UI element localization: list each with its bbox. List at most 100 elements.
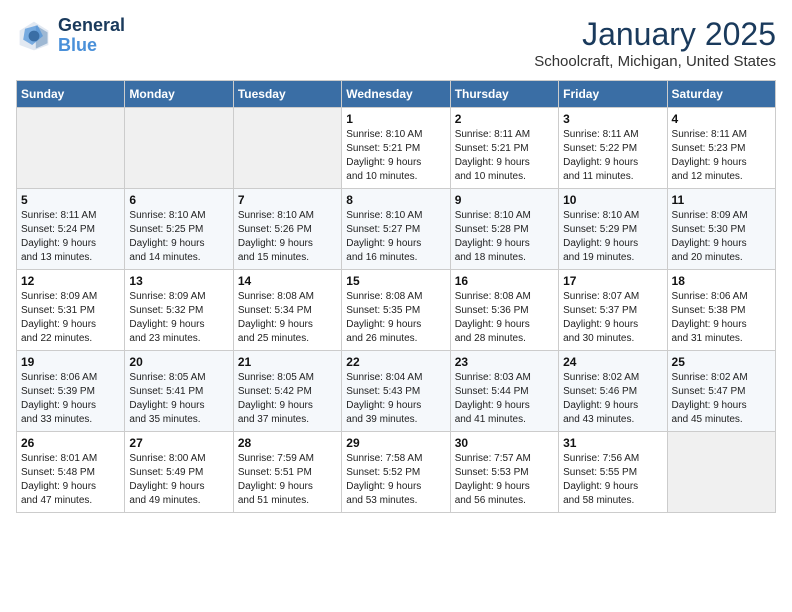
day-detail: Sunrise: 8:04 AM Sunset: 5:43 PM Dayligh… [346, 371, 445, 427]
day-number: 23 [455, 355, 554, 369]
calendar-cell: 3Sunrise: 8:11 AM Sunset: 5:22 PM Daylig… [559, 108, 667, 189]
calendar-table: SundayMondayTuesdayWednesdayThursdayFrid… [16, 80, 776, 513]
calendar-cell: 1 Sunrise: 8:10 AM Sunset: 5:21 PM Daylig… [342, 108, 450, 189]
day-number: 4 [672, 112, 771, 126]
calendar-cell [233, 108, 341, 189]
calendar-header-row: SundayMondayTuesdayWednesdayThursdayFrid… [17, 81, 776, 108]
calendar-week-5: 26 Sunrise: 8:01 AM Sunset: 5:48 PM Dayli… [17, 432, 776, 513]
calendar-cell: 21 Sunrise: 8:05 AM Sunset: 5:42 PM Dayli… [233, 351, 341, 432]
calendar-cell: 18 Sunrise: 8:06 AM Sunset: 5:38 PM Dayli… [667, 270, 775, 351]
day-number: 7 [238, 193, 337, 207]
calendar-cell: 17 Sunrise: 8:07 AM Sunset: 5:37 PM Dayli… [559, 270, 667, 351]
day-number: 13 [129, 274, 228, 288]
calendar-cell: 13 Sunrise: 8:09 AM Sunset: 5:32 PM Dayli… [125, 270, 233, 351]
title-area: January 2025 Schoolcraft, Michigan, Unit… [534, 16, 776, 70]
calendar-cell [125, 108, 233, 189]
calendar-cell: 4 Sunrise: 8:11 AM Sunset: 5:23 PM Daylig… [667, 108, 775, 189]
day-number: 26 [21, 436, 120, 450]
day-number: 8 [346, 193, 445, 207]
day-number: 28 [238, 436, 337, 450]
header-monday: Monday [125, 81, 233, 108]
logo: General Blue [16, 16, 125, 56]
day-detail: Sunrise: 8:08 AM Sunset: 5:34 PM Dayligh… [238, 290, 337, 346]
day-number: 14 [238, 274, 337, 288]
calendar-cell: 26 Sunrise: 8:01 AM Sunset: 5:48 PM Dayli… [17, 432, 125, 513]
day-number: 5 [21, 193, 120, 207]
calendar-week-4: 19 Sunrise: 8:06 AM Sunset: 5:39 PM Dayli… [17, 351, 776, 432]
logo-line2: Blue [58, 36, 125, 56]
day-detail: Sunrise: 8:08 AM Sunset: 5:35 PM Dayligh… [346, 290, 445, 346]
calendar-cell: 16 Sunrise: 8:08 AM Sunset: 5:36 PM Dayli… [450, 270, 558, 351]
day-detail: Sunrise: 7:56 AM Sunset: 5:55 PM Dayligh… [563, 452, 662, 508]
header-friday: Friday [559, 81, 667, 108]
calendar-cell: 29Sunrise: 7:58 AM Sunset: 5:52 PM Dayli… [342, 432, 450, 513]
day-number: 29 [346, 436, 445, 450]
day-number: 25 [672, 355, 771, 369]
calendar-cell: 15 Sunrise: 8:08 AM Sunset: 5:35 PM Dayli… [342, 270, 450, 351]
day-detail: Sunrise: 8:10 AM Sunset: 5:29 PM Dayligh… [563, 209, 662, 265]
day-detail: Sunrise: 8:03 AM Sunset: 5:44 PM Dayligh… [455, 371, 554, 427]
day-number: 16 [455, 274, 554, 288]
calendar-cell: 27 Sunrise: 8:00 AM Sunset: 5:49 PM Dayli… [125, 432, 233, 513]
calendar-cell [667, 432, 775, 513]
day-number: 22 [346, 355, 445, 369]
calendar-cell: 30 Sunrise: 7:57 AM Sunset: 5:53 PM Dayli… [450, 432, 558, 513]
day-detail: Sunrise: 8:05 AM Sunset: 5:42 PM Dayligh… [238, 371, 337, 427]
calendar-cell: 28 Sunrise: 7:59 AM Sunset: 5:51 PM Dayli… [233, 432, 341, 513]
day-detail: Sunrise: 7:57 AM Sunset: 5:53 PM Dayligh… [455, 452, 554, 508]
day-number: 18 [672, 274, 771, 288]
day-detail: Sunrise: 8:10 AM Sunset: 5:26 PM Dayligh… [238, 209, 337, 265]
day-number: 6 [129, 193, 228, 207]
calendar-cell: 11Sunrise: 8:09 AM Sunset: 5:30 PM Dayli… [667, 189, 775, 270]
calendar-week-3: 12Sunrise: 8:09 AM Sunset: 5:31 PM Dayli… [17, 270, 776, 351]
header-sunday: Sunday [17, 81, 125, 108]
day-detail: Sunrise: 8:01 AM Sunset: 5:48 PM Dayligh… [21, 452, 120, 508]
day-detail: Sunrise: 8:05 AM Sunset: 5:41 PM Dayligh… [129, 371, 228, 427]
day-number: 17 [563, 274, 662, 288]
day-detail: Sunrise: 8:06 AM Sunset: 5:38 PM Dayligh… [672, 290, 771, 346]
day-detail: Sunrise: 8:08 AM Sunset: 5:36 PM Dayligh… [455, 290, 554, 346]
calendar-cell: 10 Sunrise: 8:10 AM Sunset: 5:29 PM Dayli… [559, 189, 667, 270]
day-number: 10 [563, 193, 662, 207]
day-detail: Sunrise: 8:10 AM Sunset: 5:25 PM Dayligh… [129, 209, 228, 265]
day-detail: Sunrise: 8:02 AM Sunset: 5:46 PM Dayligh… [563, 371, 662, 427]
day-detail: Sunrise: 8:10 AM Sunset: 5:21 PM Dayligh… [346, 128, 445, 184]
page-header: General Blue January 2025 Schoolcraft, M… [16, 16, 776, 70]
calendar-week-1: 1 Sunrise: 8:10 AM Sunset: 5:21 PM Daylig… [17, 108, 776, 189]
calendar-cell: 23 Sunrise: 8:03 AM Sunset: 5:44 PM Dayli… [450, 351, 558, 432]
day-number: 19 [21, 355, 120, 369]
day-detail: Sunrise: 8:09 AM Sunset: 5:31 PM Dayligh… [21, 290, 120, 346]
logo-text: General Blue [58, 16, 125, 56]
calendar-cell: 12Sunrise: 8:09 AM Sunset: 5:31 PM Dayli… [17, 270, 125, 351]
calendar-cell: 6 Sunrise: 8:10 AM Sunset: 5:25 PM Daylig… [125, 189, 233, 270]
header-thursday: Thursday [450, 81, 558, 108]
day-detail: Sunrise: 8:09 AM Sunset: 5:32 PM Dayligh… [129, 290, 228, 346]
calendar-cell: 8Sunrise: 8:10 AM Sunset: 5:27 PM Daylig… [342, 189, 450, 270]
day-number: 27 [129, 436, 228, 450]
day-number: 30 [455, 436, 554, 450]
day-number: 31 [563, 436, 662, 450]
day-number: 2 [455, 112, 554, 126]
calendar-cell: 22 Sunrise: 8:04 AM Sunset: 5:43 PM Dayli… [342, 351, 450, 432]
day-number: 15 [346, 274, 445, 288]
calendar-cell: 24 Sunrise: 8:02 AM Sunset: 5:46 PM Dayli… [559, 351, 667, 432]
day-detail: Sunrise: 8:11 AM Sunset: 5:21 PM Dayligh… [455, 128, 554, 184]
day-detail: Sunrise: 8:06 AM Sunset: 5:39 PM Dayligh… [21, 371, 120, 427]
day-detail: Sunrise: 8:11 AM Sunset: 5:22 PM Dayligh… [563, 128, 662, 184]
day-number: 1 [346, 112, 445, 126]
calendar-cell: 20Sunrise: 8:05 AM Sunset: 5:41 PM Dayli… [125, 351, 233, 432]
day-detail: Sunrise: 8:00 AM Sunset: 5:49 PM Dayligh… [129, 452, 228, 508]
day-detail: Sunrise: 8:07 AM Sunset: 5:37 PM Dayligh… [563, 290, 662, 346]
day-detail: Sunrise: 8:02 AM Sunset: 5:47 PM Dayligh… [672, 371, 771, 427]
day-number: 9 [455, 193, 554, 207]
calendar-cell: 14 Sunrise: 8:08 AM Sunset: 5:34 PM Dayli… [233, 270, 341, 351]
day-detail: Sunrise: 7:59 AM Sunset: 5:51 PM Dayligh… [238, 452, 337, 508]
day-detail: Sunrise: 8:11 AM Sunset: 5:24 PM Dayligh… [21, 209, 120, 265]
day-detail: Sunrise: 8:11 AM Sunset: 5:23 PM Dayligh… [672, 128, 771, 184]
calendar-title: January 2025 [534, 16, 776, 53]
header-wednesday: Wednesday [342, 81, 450, 108]
day-detail: Sunrise: 8:10 AM Sunset: 5:28 PM Dayligh… [455, 209, 554, 265]
day-number: 24 [563, 355, 662, 369]
day-number: 11 [672, 193, 771, 207]
day-number: 21 [238, 355, 337, 369]
